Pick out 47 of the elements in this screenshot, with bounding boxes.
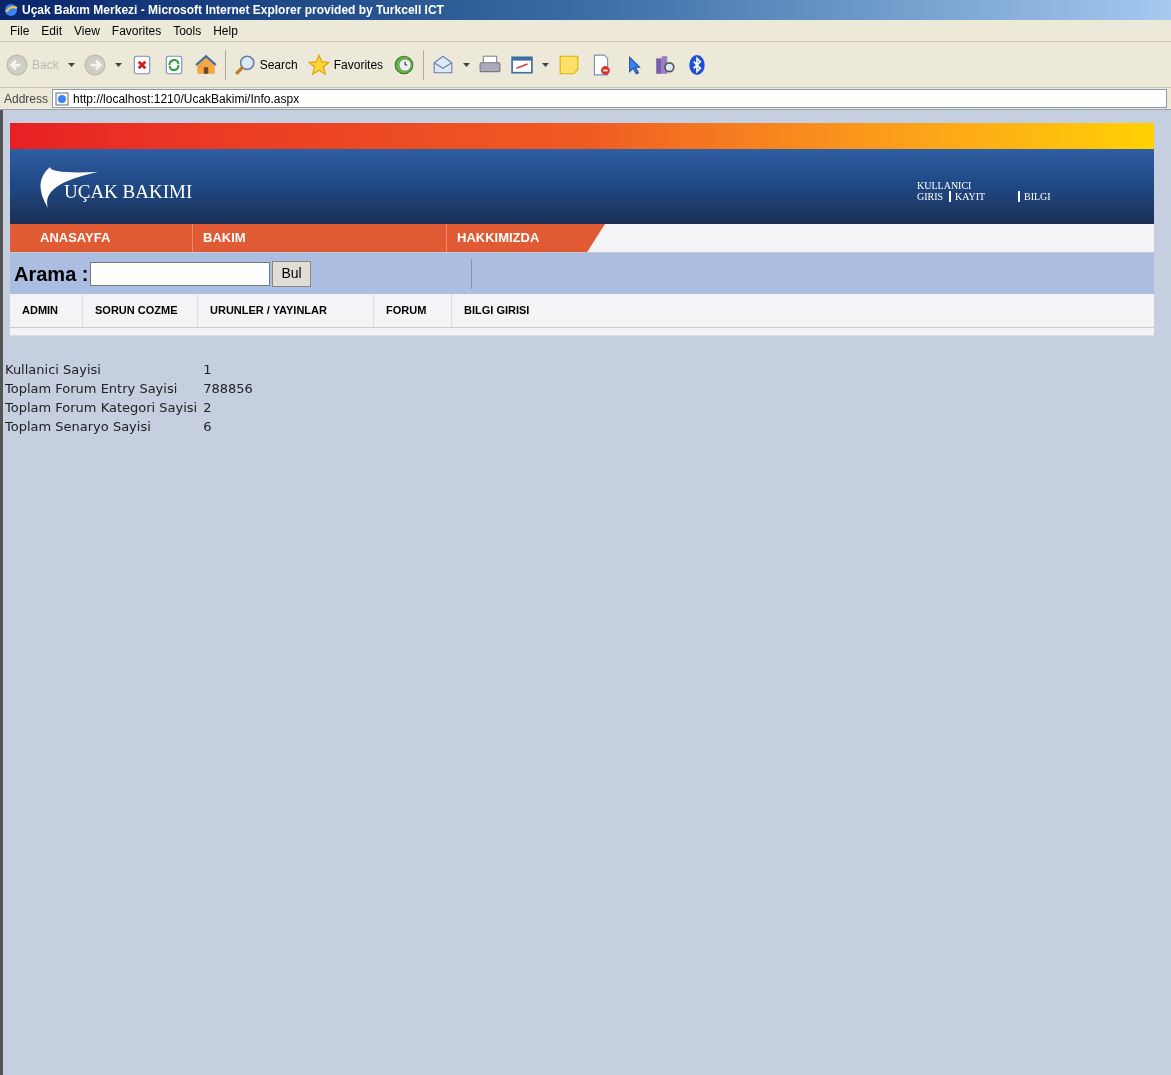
- search-button[interactable]: Bul: [272, 260, 311, 287]
- header-link[interactable]: BILGI: [1018, 190, 1068, 202]
- note-icon: [558, 53, 581, 76]
- star-icon: [307, 53, 330, 76]
- research-icon: [654, 53, 677, 76]
- submenu-link[interactable]: SORUN COZME: [83, 294, 198, 327]
- header-link[interactable]: KAYIT: [949, 190, 1018, 202]
- header-link[interactable]: GIRIS: [917, 190, 949, 202]
- search-button[interactable]: Search: [231, 48, 300, 81]
- dropdown-arrow-button[interactable]: [462, 62, 472, 67]
- submenu-link[interactable]: FORUM: [374, 294, 452, 327]
- menu-item[interactable]: View: [68, 21, 106, 40]
- stat-value: 2: [202, 399, 213, 417]
- home-icon: [194, 53, 217, 76]
- nav-link[interactable]: ANASAYFA: [10, 224, 192, 252]
- search-label: Arama :: [14, 261, 89, 287]
- stat-value: 1: [202, 361, 213, 379]
- stat-label: Toplam Forum Kategori Sayisi: [5, 399, 198, 417]
- nav-link[interactable]: HAKKIMIZDA: [446, 224, 605, 252]
- stat-value: 788856: [202, 380, 253, 398]
- nav-link[interactable]: BAKIM: [192, 224, 446, 252]
- submenu-link[interactable]: BILGI GIRISI: [452, 294, 562, 327]
- submenu-link[interactable]: ADMIN: [10, 294, 83, 327]
- stat-value: 6: [202, 418, 213, 436]
- user-label: KULLANICI: [917, 179, 973, 191]
- browser-icon: [4, 3, 18, 17]
- mail-icon: [432, 53, 455, 76]
- favorites-button[interactable]: Favorites: [305, 48, 386, 81]
- address-field[interactable]: http://localhost:1210/UcakBakimi/Info.aspx: [52, 89, 1167, 108]
- submenu-link[interactable]: URUNLER / YAYINLAR: [198, 294, 374, 327]
- search-icon: [233, 53, 256, 76]
- window-title: Uçak Bakım Merkezi - Microsoft Internet Explorer provided by Turkcell ICT: [22, 2, 444, 19]
- address-label: Address: [4, 90, 49, 108]
- menu-item[interactable]: File: [4, 21, 36, 40]
- stat-label: Toplam Senaryo Sayisi: [5, 418, 152, 436]
- stat-label: Toplam Forum Entry Sayisi: [5, 380, 179, 398]
- menu-item[interactable]: Tools: [167, 21, 208, 40]
- site-logo: UÇAK BAKIMI: [64, 180, 193, 205]
- menu-item[interactable]: Edit: [35, 21, 69, 40]
- edit-icon: [511, 53, 534, 76]
- dropdown-arrow-button[interactable]: [541, 62, 551, 67]
- stat-label: Kullanici Sayisi: [5, 361, 102, 379]
- history-icon: [393, 53, 416, 76]
- page-icon: [55, 91, 70, 106]
- menu-item[interactable]: Favorites: [105, 21, 168, 40]
- search-field[interactable]: [90, 261, 271, 286]
- menu-item[interactable]: Help: [207, 21, 244, 40]
